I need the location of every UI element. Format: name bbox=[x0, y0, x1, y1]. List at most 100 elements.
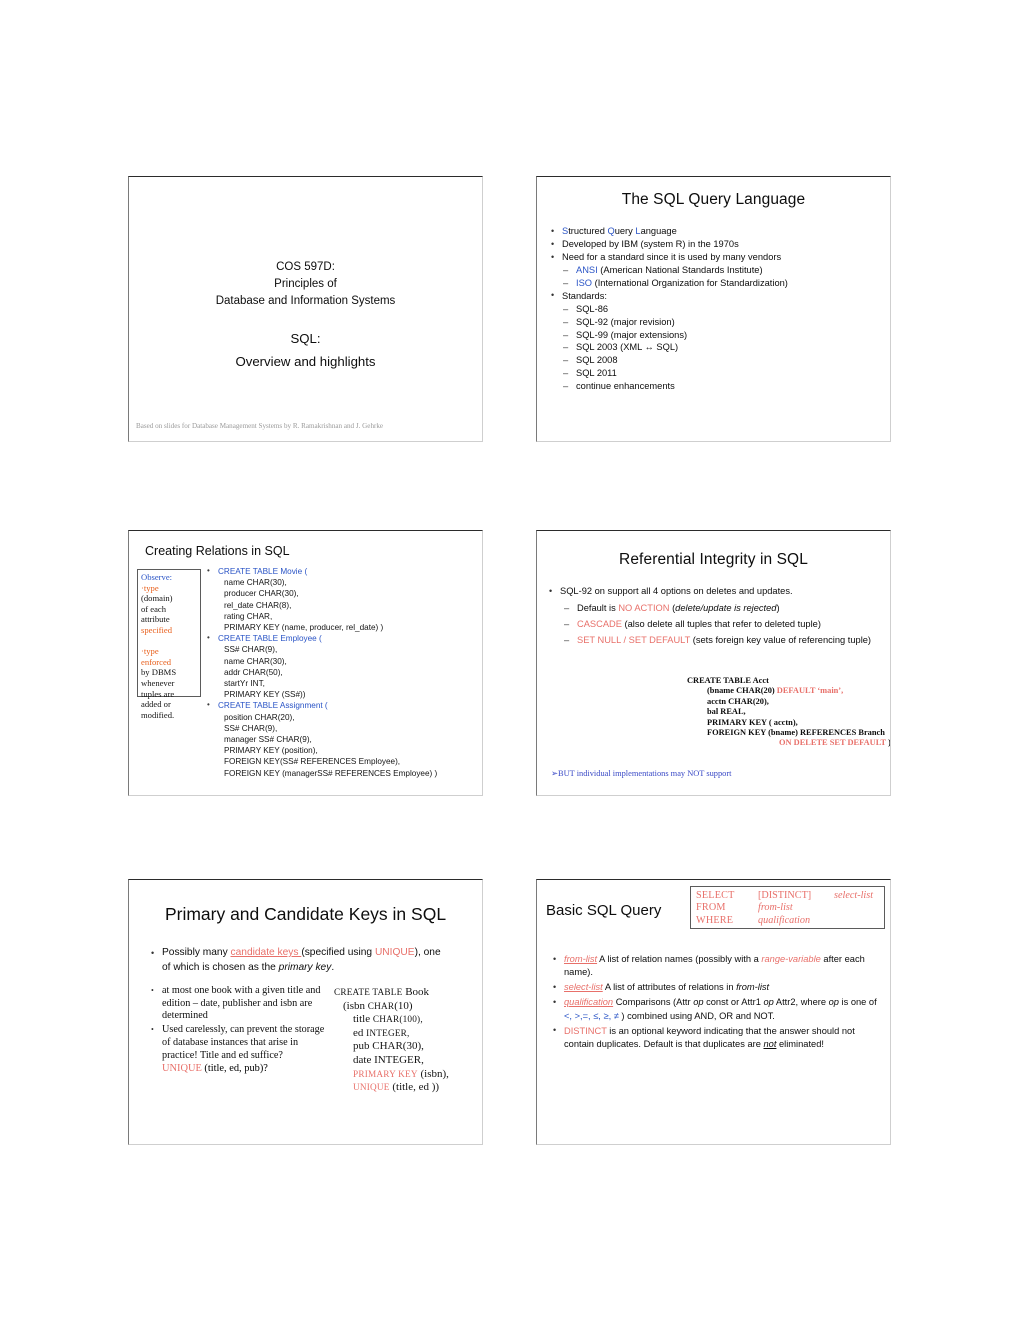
text-run: (International Organization for Standard… bbox=[592, 278, 788, 289]
text-run: A list of relation names (possibly with … bbox=[597, 954, 762, 964]
sub-bullet-list: Default is NO ACTION (delete/update is r… bbox=[563, 601, 885, 649]
text-run: date INTEGER, bbox=[353, 1053, 424, 1066]
sub-list-item: SQL 2003 (XML ↔ SQL) bbox=[562, 341, 884, 354]
slide-heading: The SQL Query Language bbox=[621, 191, 806, 208]
slide-basic-sql-query: Basic SQL Query SELECT [DISTINCT] select-l… bbox=[536, 879, 891, 1145]
text-run: UNIQUE bbox=[374, 947, 415, 958]
observe-line: specified bbox=[141, 624, 173, 635]
text-run: (American National Standards Institute) bbox=[597, 265, 763, 276]
query-template-line: SELECT [DISTINCT] select-list bbox=[696, 890, 884, 902]
sql-line: ON DELETE SET DEFAULT ) bbox=[687, 738, 890, 748]
sub-list-item: SQL 2008 bbox=[562, 354, 884, 367]
text-run: CASCADE bbox=[577, 618, 622, 629]
bullet-container: from-list A list of relation names (poss… bbox=[551, 953, 882, 1053]
text-run: (title, ed )) bbox=[389, 1081, 440, 1094]
text-run: Attr2, where bbox=[773, 997, 829, 1008]
text-run: PRIMARY KEY bbox=[353, 1068, 418, 1079]
sql-statement: CREATE TABLE Assignment (position CHAR(2… bbox=[207, 699, 478, 778]
text-run: op bbox=[763, 997, 774, 1008]
text-run: NO ACTION bbox=[618, 602, 670, 613]
text-run: const or Attr1 bbox=[703, 997, 764, 1008]
text-run: qualification bbox=[564, 997, 614, 1008]
handout-page: COS 597D: Principles of Database and Inf… bbox=[0, 0, 1020, 1320]
query-template-line: WHERE qualification bbox=[696, 915, 884, 927]
text-run: SQL 2011 bbox=[576, 367, 617, 378]
observe-line bbox=[141, 636, 197, 647]
slide-primary-candidate-keys: Primary and Candidate Keys in SQL Possib… bbox=[128, 879, 483, 1145]
sql-line: CREATE TABLE Acct bbox=[687, 676, 890, 686]
unique-question: UNIQUE (title, ed, pub)? bbox=[149, 1063, 329, 1074]
text-run: (also delete all tuples that refer to de… bbox=[621, 618, 821, 629]
bullet-list: at most one book with a given title and … bbox=[149, 985, 329, 1062]
text-run: ISO bbox=[576, 278, 593, 289]
slide-subject: SQL: Overview and highlights bbox=[129, 327, 482, 373]
text-run: SQL-92 (major revision) bbox=[576, 316, 675, 327]
sql-keyword: WHERE bbox=[696, 914, 734, 926]
text-run: is one of bbox=[838, 997, 877, 1008]
sub-list-item: SQL 2011 bbox=[562, 367, 884, 380]
unique-rest: (title, ed, pub)? bbox=[201, 1063, 268, 1075]
list-item: Possibly many candidate keys (specified … bbox=[149, 945, 445, 975]
sql-line: ed INTEGER, bbox=[334, 1027, 449, 1041]
observe-line: tuples are bbox=[141, 688, 175, 699]
observe-line: attribute bbox=[141, 614, 170, 625]
observe-line: whenever bbox=[141, 677, 175, 688]
observe-line: added or bbox=[141, 699, 171, 710]
course-line-1: COS 597D: bbox=[276, 261, 335, 273]
text-run: CHAR bbox=[372, 1014, 400, 1025]
text-run: not bbox=[763, 1039, 777, 1050]
sub-list-item: Default is NO ACTION (delete/update is r… bbox=[563, 601, 885, 617]
list-item: Need for a standard since it is used by … bbox=[549, 251, 884, 264]
text-run: delete/update is rejected bbox=[675, 602, 777, 613]
bullet-list: Possibly many candidate keys (specified … bbox=[149, 945, 445, 975]
text-run: CREATE TABLE bbox=[334, 987, 403, 997]
sql-statement-header: CREATE TABLE Movie ( bbox=[218, 567, 308, 576]
attribution-footer: Based on slides for Database Management … bbox=[136, 422, 384, 430]
sql-line: addr CHAR(50), bbox=[224, 667, 283, 677]
text-run: primary key bbox=[278, 961, 332, 973]
sql-line: rating CHAR, bbox=[224, 611, 273, 621]
sql-line: PRIMARY KEY (name, producer, rel_date) ) bbox=[224, 623, 384, 633]
text-run: (specified using bbox=[301, 947, 375, 958]
slide-sql-query-language: The SQL Query Language Structured Query … bbox=[536, 176, 891, 442]
sub-list-item: ANSI (American National Standards Instit… bbox=[562, 264, 884, 277]
text-run: ) combined using AND, OR and NOT. bbox=[618, 1010, 775, 1021]
list-item: at most one book with a given title and … bbox=[149, 985, 329, 1023]
text-run: Q bbox=[607, 226, 615, 236]
text-run: Default is bbox=[577, 602, 619, 613]
observe-line: Observe: bbox=[141, 572, 173, 582]
text-run: Possibly many bbox=[162, 947, 231, 958]
sql-code-block: CREATE TABLE Movie (name CHAR(30),produc… bbox=[207, 565, 478, 779]
list-item: Used carelessly, can prevent the storage… bbox=[149, 1024, 329, 1062]
sql-line: FOREIGN KEY(SS# REFERENCES Employee), bbox=[224, 757, 401, 767]
text-run: ANSI bbox=[576, 265, 598, 276]
sub-bullet-list: SQL-86 SQL-92 (major revision) SQL-99 (maj… bbox=[562, 303, 884, 393]
sql-line: name CHAR(30), bbox=[224, 656, 287, 666]
sql-line: (bname CHAR(20) DEFAULT ‘main’, bbox=[687, 686, 890, 696]
sql-line: UNIQUE (title, ed )) bbox=[334, 1081, 449, 1095]
text-run: candidate keys bbox=[230, 947, 302, 958]
sql-line: PRIMARY KEY (isbn), bbox=[334, 1068, 449, 1082]
sql-line: name CHAR(30), bbox=[224, 578, 287, 588]
sql-line: acctn CHAR(20), bbox=[687, 697, 890, 707]
sql-line: position CHAR(20), bbox=[224, 712, 295, 722]
text-run: (10) bbox=[394, 999, 413, 1012]
text-run: CREATE TABLE Acct bbox=[687, 676, 769, 685]
text-run: ed bbox=[353, 1026, 367, 1039]
course-line-2: Principles of bbox=[274, 277, 337, 290]
text-run: . bbox=[331, 961, 335, 973]
observe-line: enforced bbox=[141, 656, 172, 667]
sql-line: startYr INT, bbox=[224, 679, 265, 689]
text-run: SQL 2003 (XML ↔ SQL) bbox=[576, 342, 679, 353]
sql-line: manager SS# CHAR(9), bbox=[224, 735, 312, 745]
sql-line: PRIMARY KEY ( acctn), bbox=[687, 718, 890, 728]
observe-line: by DBMS bbox=[141, 667, 177, 678]
sql-line: FOREIGN KEY (managerSS# REFERENCES Emplo… bbox=[224, 768, 438, 778]
query-template-mid: from-list bbox=[758, 902, 793, 914]
text-run: SQL 2008 bbox=[576, 355, 618, 366]
text-run: pub CHAR(30), bbox=[353, 1040, 424, 1053]
list-item: DISTINCT is an optional keyword indicati… bbox=[551, 1024, 882, 1052]
text-run: DEFAULT ‘main’, bbox=[776, 686, 844, 696]
sql-keyword: SELECT bbox=[696, 890, 735, 901]
text-run: A list of attributes of relations in bbox=[602, 982, 737, 993]
